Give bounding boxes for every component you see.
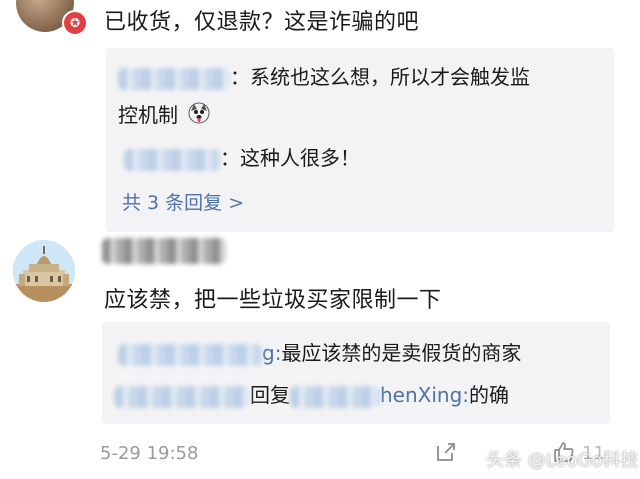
comment-text: 已收货，仅退款？这是诈骗的吧: [104, 10, 420, 35]
username-obscured: [118, 343, 262, 366]
mention-link[interactable]: henXing:: [380, 383, 469, 407]
watermark: 头条 @LeoGo科技: [486, 450, 639, 471]
reply-item[interactable]: g:最应该禁的是卖假货的商家: [118, 334, 521, 372]
username-obscured: [118, 67, 230, 90]
commenter-avatar[interactable]: [13, 240, 75, 302]
reply-preview-box[interactable]: ：系统也这么想，所以才会触发监 控机制 ：这种人很多！ 共 3 条回复 >: [106, 48, 614, 232]
reply-item[interactable]: 回复 henXing:的确: [114, 376, 509, 414]
share-icon[interactable]: [434, 440, 458, 468]
username-obscured[interactable]: [102, 238, 226, 264]
husky-emoji-icon: [188, 98, 210, 136]
comment-timestamp: 5-29 19:58: [100, 443, 199, 464]
mention-obscured: [290, 385, 380, 408]
reply-item[interactable]: ：系统也这么想，所以才会触发监: [118, 58, 530, 96]
reply-text: 控机制: [118, 103, 178, 127]
reply-text: 这种人很多！: [240, 146, 360, 170]
reply-text: 最应该禁的是卖假货的商家: [281, 341, 522, 365]
view-all-replies-link[interactable]: 共 3 条回复 >: [122, 188, 244, 215]
comment-text: 应该禁，把一些垃圾买家限制一下: [104, 288, 442, 313]
username-obscured: [114, 385, 250, 408]
reply-preview-box[interactable]: g:最应该禁的是卖假货的商家 回复 henXing:的确: [102, 322, 610, 424]
reply-item[interactable]: ：这种人很多！: [124, 139, 360, 177]
vip-badge-icon: ✪: [62, 10, 88, 36]
reply-item-continued: 控机制: [118, 96, 210, 136]
username-obscured: [124, 148, 220, 171]
reply-text: 系统也这么想，所以才会触发监: [250, 65, 530, 89]
reply-text: 的确: [469, 383, 510, 407]
